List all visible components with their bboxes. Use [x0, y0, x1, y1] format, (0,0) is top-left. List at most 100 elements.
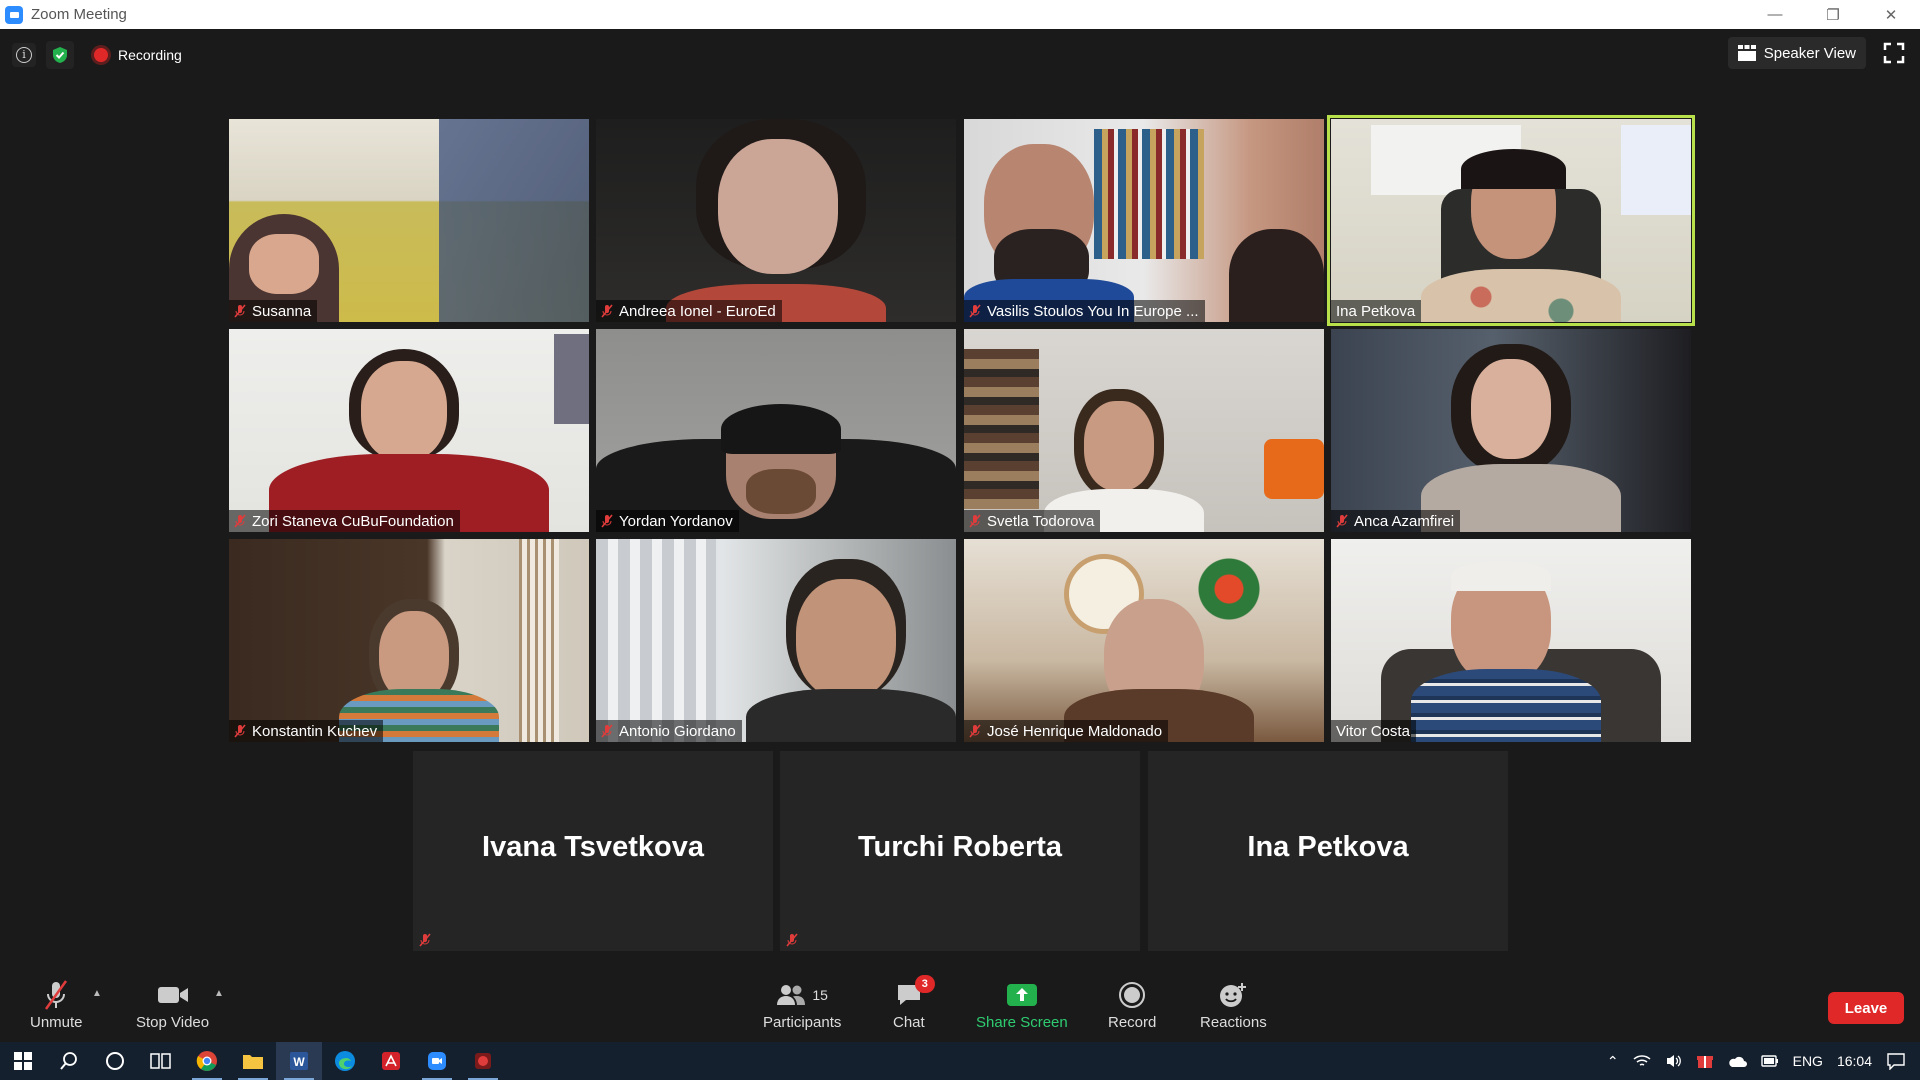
video-tile-svetla-todorova[interactable]: Svetla Todorova [964, 329, 1324, 532]
participant-name: Antonio Giordano [619, 722, 736, 740]
muted-mic-icon [1336, 514, 1348, 528]
participant-nametag: Yordan Yordanov [596, 510, 739, 532]
participant-nametag: Ina Petkova [1331, 300, 1422, 322]
video-off-tile-ina-petkova[interactable]: Ina Petkova [1148, 751, 1508, 951]
recording-label: Recording [118, 47, 182, 63]
video-tile-yordan-yordanov[interactable]: Yordan Yordanov [596, 329, 956, 532]
participant-name: Yordan Yordanov [619, 512, 733, 530]
video-tile-vitor-costa[interactable]: Vitor Costa [1331, 539, 1691, 742]
participant-nametag: Konstantin Kuchev [229, 720, 384, 742]
input-language[interactable]: ENG [1793, 1053, 1823, 1069]
zoom-taskbar-icon[interactable] [414, 1042, 460, 1080]
chrome-icon[interactable] [184, 1042, 230, 1080]
video-off-tile-ivana-tsvetkova[interactable]: Ivana Tsvetkova [413, 751, 773, 951]
participants-label: Participants [763, 1014, 842, 1031]
participant-nametag: Svetla Todorova [964, 510, 1101, 532]
speaker-view-button[interactable]: Speaker View [1727, 37, 1866, 69]
meeting-toolbar: Unmute ▲ Stop Video ▲ 15 Participants 3 … [0, 970, 1920, 1042]
video-tile-konstantin-kuchev[interactable]: Konstantin Kuchev [229, 539, 589, 742]
video-camera-icon [157, 987, 188, 1003]
reactions-label: Reactions [1200, 1014, 1267, 1031]
window-controls: — ❐ ✕ [1746, 0, 1920, 29]
muted-mic-icon [419, 933, 431, 947]
video-options-chevron-icon[interactable]: ▲ [214, 988, 224, 999]
participant-name: Anca Azamfirei [1354, 512, 1455, 530]
battery-icon[interactable] [1760, 1055, 1779, 1067]
media-app-icon[interactable] [460, 1042, 506, 1080]
leave-button[interactable]: Leave [1828, 992, 1904, 1024]
video-tile-ina-petkova-active-speaker[interactable]: Ina Petkova [1327, 115, 1695, 326]
participant-big-name: Ina Petkova [1247, 831, 1409, 863]
minimize-button[interactable]: — [1746, 0, 1804, 29]
notification-center-icon[interactable] [1886, 1052, 1906, 1070]
video-tile-zori-staneva[interactable]: Zori Staneva CuBuFoundation [229, 329, 589, 532]
chat-unread-badge: 3 [914, 975, 935, 993]
meeting-area: i Recording Speaker View Susanna Andreea… [0, 29, 1920, 1039]
smiley-plus-icon [1220, 983, 1247, 1007]
task-view-icon[interactable] [138, 1042, 184, 1080]
onedrive-cloud-icon[interactable] [1727, 1054, 1747, 1068]
system-tray: ⌃ ENG 16:04 [1607, 1042, 1920, 1080]
muted-mic-icon [601, 724, 613, 738]
clock-time[interactable]: 16:04 [1837, 1053, 1872, 1069]
windows-start-icon[interactable] [0, 1042, 46, 1080]
record-icon [1119, 982, 1146, 1008]
participant-name: Zori Staneva CuBuFoundation [252, 512, 454, 530]
windows-taskbar: W ⌃ ENG 16:04 [0, 1042, 1920, 1080]
participant-nametag: Anca Azamfirei [1331, 510, 1461, 532]
chat-button[interactable]: 3 Chat [893, 975, 935, 1031]
video-tile-anca-azamfirei[interactable]: Anca Azamfirei [1331, 329, 1691, 532]
participant-nametag: José Henrique Maldonado [964, 720, 1169, 742]
file-explorer-icon[interactable] [230, 1042, 276, 1080]
zoom-app-icon [5, 5, 23, 24]
participants-button[interactable]: 15 Participants [763, 978, 841, 1031]
fullscreen-icon[interactable] [1882, 41, 1906, 65]
share-screen-arrow-icon [1006, 984, 1037, 1006]
share-screen-button[interactable]: Share Screen [976, 978, 1068, 1031]
word-icon[interactable]: W [276, 1042, 322, 1080]
participant-name: Ina Petkova [1336, 302, 1416, 320]
participant-nametag: Vasilis Stoulos You In Europe ... [964, 300, 1205, 322]
video-off-tile-turchi-roberta[interactable]: Turchi Roberta [780, 751, 1140, 951]
restore-button[interactable]: ❐ [1804, 0, 1862, 29]
audio-options-chevron-icon[interactable]: ▲ [92, 988, 102, 999]
video-tile-vasilis-stoulos[interactable]: Vasilis Stoulos You In Europe ... [964, 119, 1324, 322]
volume-icon[interactable] [1665, 1053, 1683, 1069]
unmute-button[interactable]: Unmute [30, 978, 83, 1031]
muted-microphone-icon [45, 980, 68, 1010]
video-tile-jose-henrique-maldonado[interactable]: José Henrique Maldonado [964, 539, 1324, 742]
grid-icon [1737, 45, 1756, 61]
network-wifi-icon[interactable] [1633, 1053, 1651, 1069]
muted-mic-icon [234, 304, 246, 318]
video-tile-andreea-ionel[interactable]: Andreea Ionel - EuroEd [596, 119, 956, 322]
speaker-view-label: Speaker View [1763, 44, 1856, 62]
participant-nametag: Zori Staneva CuBuFoundation [229, 510, 460, 532]
participants-count: 15 [812, 987, 828, 1003]
show-hidden-icons-chevron-icon[interactable]: ⌃ [1607, 1053, 1619, 1070]
record-label: Record [1108, 1014, 1157, 1031]
close-button[interactable]: ✕ [1862, 0, 1920, 29]
encryption-shield-icon[interactable] [46, 41, 74, 69]
search-icon[interactable] [46, 1042, 92, 1080]
reactions-button[interactable]: Reactions [1200, 978, 1267, 1031]
muted-mic-icon [969, 304, 981, 318]
window-title: Zoom Meeting [31, 6, 127, 23]
video-tile-susanna[interactable]: Susanna [229, 119, 589, 322]
meeting-info-icon[interactable]: i [12, 43, 36, 67]
muted-mic-icon [969, 724, 981, 738]
share-screen-label: Share Screen [976, 1014, 1068, 1031]
participant-name: Susanna [252, 302, 312, 320]
unmute-label: Unmute [30, 1014, 83, 1031]
recording-indicator[interactable]: Recording [94, 47, 182, 63]
muted-mic-icon [601, 304, 613, 318]
recording-dot-icon [94, 48, 108, 62]
acrobat-icon[interactable] [368, 1042, 414, 1080]
record-button[interactable]: Record [1108, 978, 1156, 1031]
stop-video-button[interactable]: Stop Video [136, 978, 209, 1031]
svg-text:W: W [293, 1055, 305, 1069]
video-tile-antonio-giordano[interactable]: Antonio Giordano [596, 539, 956, 742]
edge-icon[interactable] [322, 1042, 368, 1080]
gift-icon[interactable] [1696, 1053, 1713, 1069]
muted-mic-icon [234, 724, 246, 738]
cortana-icon[interactable] [92, 1042, 138, 1080]
